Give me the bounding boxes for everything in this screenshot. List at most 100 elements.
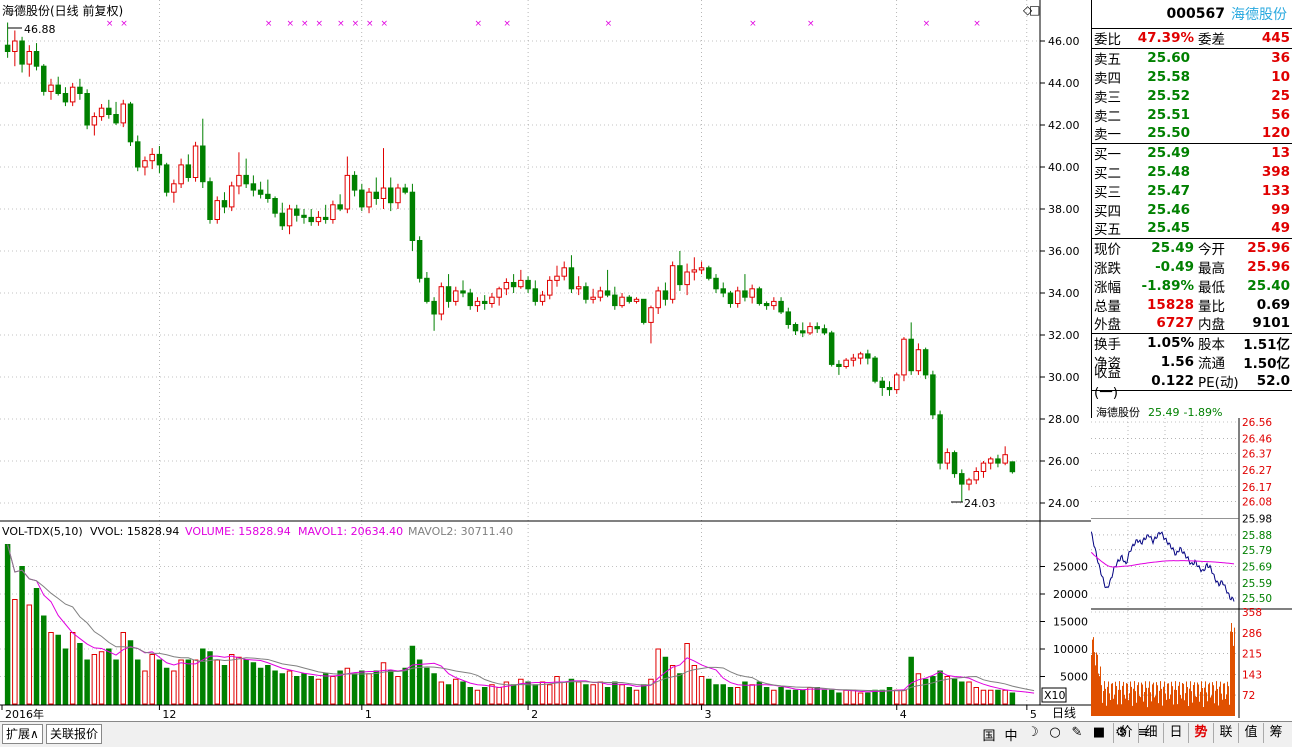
candle bbox=[872, 356, 878, 384]
event-marker[interactable]: × bbox=[366, 19, 374, 29]
quote-header: 000567 海德股份 bbox=[1092, 0, 1292, 29]
price-tick-label: 24.00 bbox=[1048, 497, 1080, 510]
date-tick-label: 5 bbox=[1030, 708, 1037, 721]
candle bbox=[409, 183, 416, 251]
volume-bar bbox=[380, 662, 387, 705]
volume-bar bbox=[62, 648, 69, 705]
event-marker[interactable]: × bbox=[605, 19, 613, 29]
stat-label: 现价 bbox=[1094, 242, 1121, 259]
price-tick-label: 46.00 bbox=[1048, 35, 1080, 48]
volume-bar bbox=[626, 687, 633, 705]
stat-label: 总量 bbox=[1094, 298, 1121, 315]
expand-tab[interactable]: 扩展∧ bbox=[2, 724, 43, 744]
square-icon[interactable]: □ bbox=[1029, 3, 1040, 17]
volume-bar bbox=[836, 692, 842, 705]
event-marker[interactable]: × bbox=[352, 19, 360, 29]
event-marker[interactable]: × bbox=[337, 19, 345, 29]
volume-bar bbox=[720, 684, 726, 705]
order-volume: 120 bbox=[1261, 125, 1290, 142]
volume-bar bbox=[648, 678, 654, 705]
order-label: 卖二 bbox=[1094, 108, 1121, 125]
intraday-chart[interactable]: 26.56 26.46 26.37 26.27 26.17 26.08 25.98 25.88… bbox=[1091, 418, 1292, 721]
tab-value[interactable]: 值 bbox=[1238, 723, 1263, 743]
fund-value: 0.122 bbox=[1151, 372, 1194, 389]
guo-icon[interactable]: 国 bbox=[980, 725, 998, 744]
x10-label: X10 bbox=[1044, 689, 1066, 702]
event-marker[interactable]: × bbox=[749, 19, 757, 29]
candle bbox=[937, 410, 943, 470]
candle bbox=[207, 177, 213, 224]
volume-bar bbox=[55, 634, 61, 705]
tab-daily[interactable]: 日 bbox=[1163, 723, 1188, 743]
high-label: 46.88 bbox=[24, 23, 56, 36]
fund-label: 换手 bbox=[1094, 337, 1121, 354]
event-marker[interactable]: × bbox=[923, 19, 931, 29]
candle bbox=[706, 265, 712, 281]
candle bbox=[951, 450, 958, 478]
candle bbox=[828, 330, 835, 367]
stock-name[interactable]: 海德股份 bbox=[1231, 4, 1287, 24]
volume-bar bbox=[872, 689, 878, 705]
volume-bar bbox=[301, 673, 307, 705]
event-marker[interactable]: × bbox=[973, 19, 981, 29]
volume-bar bbox=[749, 684, 755, 705]
order-label: 买一 bbox=[1094, 147, 1121, 164]
volume-bar bbox=[315, 678, 322, 705]
price-tick-label: 44.00 bbox=[1048, 77, 1080, 90]
pen-icon[interactable]: ✎ bbox=[1068, 725, 1086, 744]
volume-bar bbox=[250, 662, 257, 705]
stats-section: 现价 25.49 今开 25.96 涨跌 -0.49 最高 25.96 涨幅 -1.89% 最低… bbox=[1092, 239, 1292, 334]
event-marker[interactable]: × bbox=[503, 19, 511, 29]
mini-price-label: 25.50 bbox=[1242, 593, 1272, 605]
event-marker[interactable]: × bbox=[120, 19, 128, 29]
price-tick-label: 40.00 bbox=[1048, 161, 1080, 174]
square-icon[interactable]: ■ bbox=[1090, 725, 1108, 744]
event-marker[interactable]: × bbox=[807, 19, 815, 29]
event-marker[interactable]: × bbox=[474, 19, 482, 29]
event-marker[interactable]: × bbox=[301, 19, 309, 29]
tab-trend[interactable]: 势 bbox=[1188, 723, 1213, 743]
price-tick-label: 26.00 bbox=[1048, 455, 1080, 468]
volume-bar bbox=[178, 659, 184, 705]
tab-detail[interactable]: 细 bbox=[1138, 723, 1163, 743]
volume-bar bbox=[510, 684, 517, 705]
volume-bar bbox=[4, 544, 11, 705]
circle-icon[interactable]: ○ bbox=[1046, 725, 1064, 744]
mini-price-label: 25.88 bbox=[1242, 530, 1272, 542]
event-marker[interactable]: × bbox=[315, 19, 323, 29]
price-tick-label: 28.00 bbox=[1048, 413, 1080, 426]
period-label[interactable]: 日线 bbox=[1052, 706, 1076, 720]
related-quotes-tab[interactable]: 关联报价 bbox=[46, 724, 103, 744]
volume-bar bbox=[966, 681, 972, 705]
zhong-icon[interactable]: 中 bbox=[1002, 725, 1020, 744]
mini-vol-label: 143 bbox=[1242, 669, 1262, 681]
volume-bar bbox=[113, 659, 119, 705]
fund-value: 1.05% bbox=[1147, 335, 1194, 352]
volume-bar bbox=[879, 689, 886, 705]
mini-vol-label: 358 bbox=[1242, 607, 1262, 619]
vol-indicator-name[interactable]: VOL-TDX(5,10) bbox=[2, 525, 83, 538]
mini-price-label: 25.79 bbox=[1242, 545, 1272, 557]
order-volume: 10 bbox=[1271, 68, 1290, 85]
mini-price-label: 26.46 bbox=[1242, 434, 1272, 446]
volume-bar bbox=[91, 654, 98, 705]
volume-bar bbox=[395, 676, 401, 705]
event-marker[interactable]: × bbox=[381, 19, 389, 29]
tab-chips[interactable]: 筹 bbox=[1263, 723, 1288, 743]
event-marker[interactable]: × bbox=[287, 19, 295, 29]
event-marker[interactable]: × bbox=[265, 19, 273, 29]
kline-chart[interactable]: × × × × × × × × × × × × × × × × × 海德股份(日线 前复权) 46.88 24.… bbox=[0, 0, 1091, 721]
volume-bar bbox=[698, 676, 705, 705]
fund-label: 收益(一) bbox=[1094, 364, 1121, 401]
event-marker[interactable]: × bbox=[106, 19, 114, 29]
fund-row: 换手 1.05% 股本 1.51亿 bbox=[1092, 334, 1292, 353]
volume-bar bbox=[987, 689, 994, 705]
tab-related[interactable]: 联 bbox=[1213, 723, 1238, 743]
moon-icon[interactable]: ☽ bbox=[1024, 725, 1042, 744]
tab-price[interactable]: 价 bbox=[1113, 723, 1138, 743]
volume-tick-label: 20000 bbox=[1053, 588, 1088, 601]
volume-bar bbox=[41, 615, 47, 705]
order-price: 25.50 bbox=[1147, 125, 1190, 142]
order-volume: 133 bbox=[1261, 182, 1290, 199]
price-tick-label: 36.00 bbox=[1048, 245, 1080, 258]
